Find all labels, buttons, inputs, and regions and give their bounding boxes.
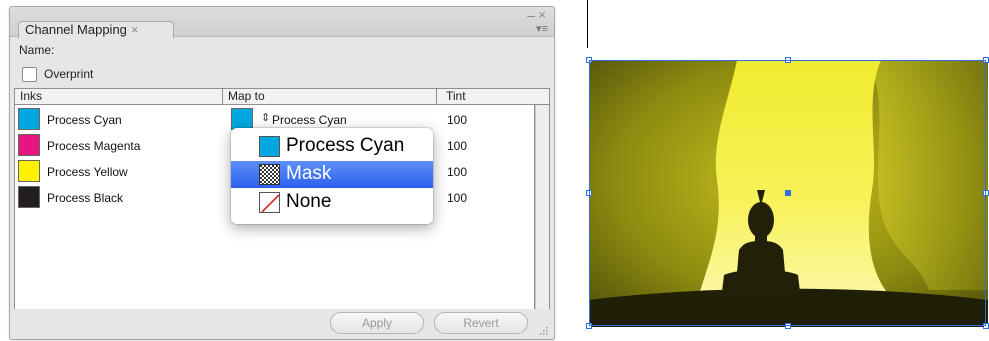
tab-channel-mapping[interactable]: Channel Mapping × — [18, 21, 174, 38]
map-swatch-icon — [231, 108, 253, 130]
ink-name: Process Magenta — [47, 139, 141, 153]
dropdown-arrows-icon[interactable]: ⇕ — [261, 111, 270, 124]
guide-line — [587, 0, 588, 48]
frame-handle-bottom-center[interactable] — [785, 323, 791, 329]
frame-handle-top-right[interactable] — [983, 57, 989, 63]
frame-handle-middle-left[interactable] — [586, 190, 592, 196]
apply-button[interactable]: Apply — [330, 312, 424, 334]
menu-item-process-cyan[interactable]: Process Cyan — [231, 133, 433, 160]
tint-value[interactable]: 100 — [447, 165, 467, 179]
column-header-inks[interactable]: Inks — [15, 89, 223, 104]
frame-handle-top-center[interactable] — [785, 57, 791, 63]
tab-title: Channel Mapping — [25, 22, 127, 37]
table-scrollbar[interactable] — [535, 105, 550, 309]
ink-name: Process Cyan — [47, 113, 122, 127]
frame-handle-bottom-left[interactable] — [586, 323, 592, 329]
column-header-tint[interactable]: Tint — [437, 89, 549, 104]
resize-grip-icon[interactable] — [538, 325, 548, 335]
menu-item-label: Process Cyan — [286, 135, 405, 156]
menu-item-mask[interactable]: Mask — [231, 161, 433, 188]
ink-name: Process Black — [47, 191, 124, 205]
ink-swatch-icon — [18, 160, 40, 182]
none-slash-icon — [259, 192, 280, 213]
menu-item-label: None — [286, 191, 332, 212]
tint-value[interactable]: 100 — [447, 139, 467, 153]
ink-name: Process Yellow — [47, 165, 128, 179]
map-to-select[interactable]: Process Cyan — [272, 113, 347, 127]
overprint-checkbox[interactable] — [22, 67, 37, 82]
tab-close-icon[interactable]: × — [131, 22, 139, 37]
close-icon[interactable]: × — [538, 8, 546, 21]
ink-swatch-icon — [18, 134, 40, 156]
tint-value[interactable]: 100 — [447, 191, 467, 205]
column-header-map-to[interactable]: Map to — [223, 89, 437, 104]
revert-button[interactable]: Revert — [434, 312, 528, 334]
frame-handle-middle-right[interactable] — [983, 190, 989, 196]
ink-swatch-icon — [18, 186, 40, 208]
frame-center-point[interactable] — [785, 190, 791, 196]
minimize-icon[interactable]: – — [527, 8, 535, 22]
ink-swatch-icon — [18, 108, 40, 130]
menu-item-none[interactable]: None — [231, 189, 433, 216]
panel-menu-icon[interactable]: ▾≡ — [536, 23, 548, 35]
menu-item-label: Mask — [286, 163, 332, 184]
frame-handle-top-left[interactable] — [586, 57, 592, 63]
frame-handle-bottom-right[interactable] — [983, 323, 989, 329]
panel-tab-bar: Channel Mapping × – × ▾≡ — [10, 7, 554, 38]
overprint-label: Overprint — [44, 67, 94, 81]
tint-value[interactable]: 100 — [447, 113, 467, 127]
name-label: Name: — [19, 43, 55, 57]
checkerboard-mask-icon — [259, 164, 280, 185]
cyan-swatch-icon — [259, 136, 280, 157]
map-to-dropdown-menu: Process Cyan Mask None — [231, 128, 433, 224]
table-header: Inks Map to Tint — [14, 88, 550, 105]
